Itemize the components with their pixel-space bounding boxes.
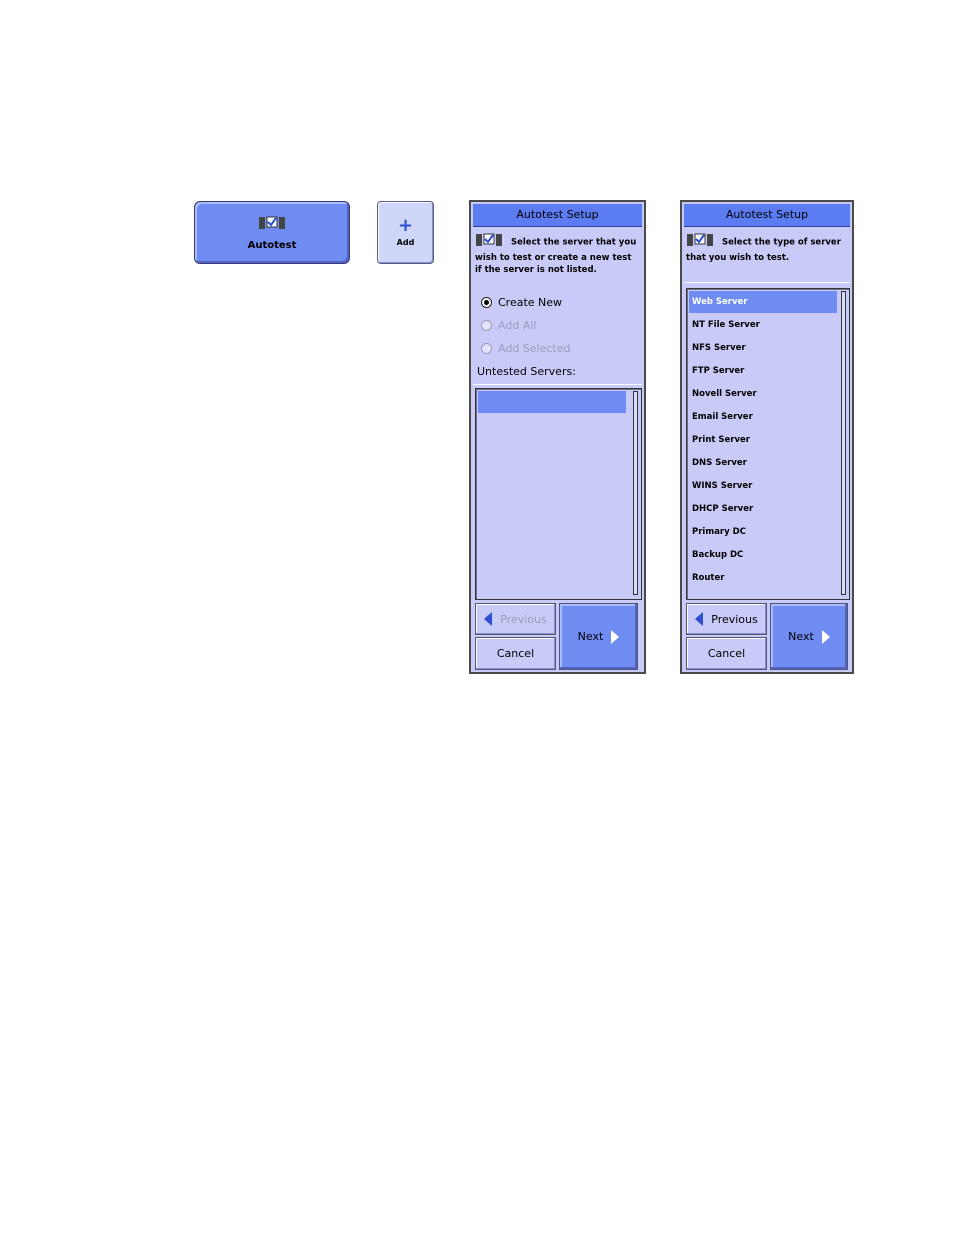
list-item[interactable]: Email Server: [689, 406, 837, 428]
add-button[interactable]: + Add: [377, 201, 434, 264]
cancel-button[interactable]: Cancel: [686, 637, 767, 670]
list-item[interactable]: DHCP Server: [689, 498, 837, 520]
autotest-icon: [686, 232, 716, 252]
list-item[interactable]: Novell Server: [689, 383, 837, 405]
list-item[interactable]: Web Server: [689, 291, 837, 313]
radio-add-all[interactable]: Add All: [481, 319, 536, 332]
radio-circle: [481, 320, 492, 331]
next-button[interactable]: Next: [559, 603, 638, 670]
autotest-label: Autotest: [247, 240, 297, 251]
radio-circle: [481, 343, 492, 354]
divider: [473, 384, 642, 385]
autotest-setup-panel-2: Autotest Setup Select the type of server…: [680, 200, 854, 674]
left-arrow-icon: [695, 612, 704, 626]
untested-servers-list[interactable]: [475, 388, 642, 600]
list-item[interactable]: WINS Server: [689, 475, 837, 497]
autotest-button[interactable]: Autotest: [194, 201, 350, 264]
panel-title: Autotest Setup: [473, 204, 642, 227]
untested-servers-label: Untested Servers:: [477, 365, 576, 378]
previous-button[interactable]: Previous: [475, 603, 556, 635]
instruction-text: Select the type of server that you wish …: [686, 232, 848, 264]
right-arrow-icon: [611, 629, 620, 644]
left-arrow-icon: [484, 612, 493, 626]
autotest-setup-panel-1: Autotest Setup Select the server that yo…: [469, 200, 646, 674]
list-item[interactable]: Backup DC: [689, 544, 837, 566]
list-item[interactable]: DNS Server: [689, 452, 837, 474]
radio-create-new[interactable]: Create New: [481, 296, 562, 309]
divider: [684, 282, 850, 283]
server-type-list[interactable]: Web Server NT File Server NFS Server FTP…: [686, 288, 850, 600]
list-item-highlight[interactable]: [478, 391, 626, 413]
scrollbar[interactable]: [841, 291, 846, 595]
previous-button[interactable]: Previous: [686, 603, 767, 635]
radio-add-selected[interactable]: Add Selected: [481, 342, 570, 355]
list-item[interactable]: FTP Server: [689, 360, 837, 382]
list-item[interactable]: NFS Server: [689, 337, 837, 359]
radio-circle: [481, 297, 492, 308]
plus-icon: +: [397, 215, 414, 236]
cancel-button[interactable]: Cancel: [475, 637, 556, 670]
add-label: Add: [396, 238, 415, 247]
next-button[interactable]: Next: [770, 603, 848, 670]
autotest-icon: [475, 232, 505, 252]
list-item[interactable]: Print Server: [689, 429, 837, 451]
list-item[interactable]: NT File Server: [689, 314, 837, 336]
scrollbar[interactable]: [633, 391, 638, 595]
panel-title: Autotest Setup: [684, 204, 850, 227]
list-item[interactable]: Router: [689, 567, 837, 589]
right-arrow-icon: [821, 629, 830, 644]
instruction-text: Select the server that you wish to test …: [475, 232, 640, 276]
list-item[interactable]: Primary DC: [689, 521, 837, 543]
autotest-icon: [257, 214, 287, 236]
